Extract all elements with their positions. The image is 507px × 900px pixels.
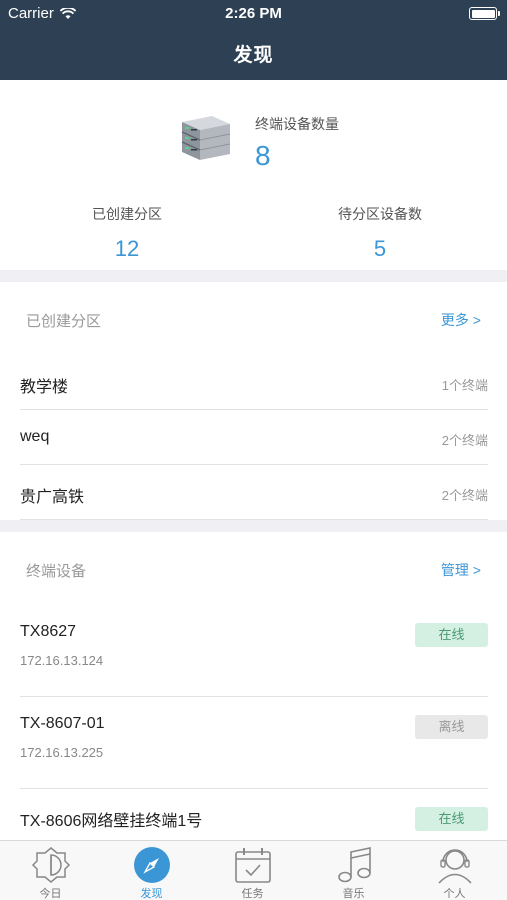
battery-icon [469, 7, 500, 20]
zone-name: weq [20, 428, 50, 445]
zone-row[interactable]: 贵广高铁 2个终端 [20, 465, 488, 520]
devices-section-header: 终端设备 管理 > [0, 532, 507, 592]
device-name: TX-8606网络壁挂终端1号 [20, 813, 203, 830]
calendar-icon [234, 848, 271, 883]
server-icon [181, 116, 231, 160]
zone-row[interactable]: 教学楼 1个终端 [20, 355, 488, 410]
tab-bar: 今日 发现 任务 音乐 个人 [0, 840, 507, 900]
compass-icon [133, 847, 170, 883]
status-badge: 离线 [415, 715, 488, 739]
device-name: TX8627 [20, 623, 77, 640]
zones-stat-value: 12 [114, 236, 140, 261]
device-ip: 172.16.13.124 [20, 653, 104, 668]
zone-row[interactable]: weq 2个终端 [20, 410, 488, 465]
section-divider [0, 270, 507, 282]
device-row[interactable]: TX-8607-01 172.16.13.225 离线 [20, 697, 488, 789]
tab-label: 任务 [241, 888, 264, 900]
tab-label: 发现 [140, 888, 163, 900]
nav-header: Carrier 2:26 PM 发现 [0, 0, 507, 80]
tab-label: 今日 [39, 888, 62, 900]
zones-section-title: 已创建分区 [26, 313, 102, 330]
device-count-value: 8 [255, 140, 271, 171]
zone-name: 教学楼 [20, 379, 69, 396]
tab-tasks[interactable]: 任务 [202, 841, 303, 900]
device-name: TX-8607-01 [20, 715, 105, 732]
status-badge: 在线 [415, 623, 488, 647]
tab-profile[interactable]: 个人 [404, 841, 505, 900]
tab-discover[interactable]: 发现 [101, 841, 202, 900]
device-count-label: 终端设备数量 [255, 116, 339, 132]
pending-stat-value: 5 [373, 236, 387, 261]
zones-stat-label: 已创建分区 [92, 206, 162, 222]
device-ip: 172.16.13.225 [20, 745, 104, 760]
zone-terminal-count: 2个终端 [441, 433, 488, 448]
zones-section-header: 已创建分区 更多 > [0, 282, 507, 342]
zone-name: 贵广高铁 [20, 489, 85, 506]
pending-stat-label: 待分区设备数 [338, 206, 422, 222]
music-icon [337, 847, 371, 883]
zone-terminal-count: 1个终端 [441, 378, 488, 393]
page-title: 发现 [233, 45, 274, 66]
more-zones-link[interactable]: 更多 > [441, 310, 481, 330]
section-divider [0, 520, 507, 532]
clock: 2:26 PM [225, 5, 282, 22]
pending-stat[interactable]: 待分区设备数 5 [280, 204, 480, 262]
person-icon [437, 849, 472, 884]
zone-terminal-count: 2个终端 [441, 488, 488, 503]
devices-section-title: 终端设备 [26, 563, 87, 580]
tab-label: 个人 [443, 888, 466, 900]
tab-music[interactable]: 音乐 [303, 841, 404, 900]
tab-today[interactable]: 今日 [0, 841, 101, 900]
status-badge: 在线 [415, 807, 488, 831]
zones-stat[interactable]: 已创建分区 12 [27, 204, 227, 262]
device-row[interactable]: TX8627 172.16.13.124 在线 [20, 605, 488, 697]
tab-label: 音乐 [342, 888, 365, 900]
status-bar: Carrier 2:26 PM [0, 0, 507, 28]
today-icon [31, 847, 70, 883]
manage-devices-link[interactable]: 管理 > [441, 560, 481, 580]
